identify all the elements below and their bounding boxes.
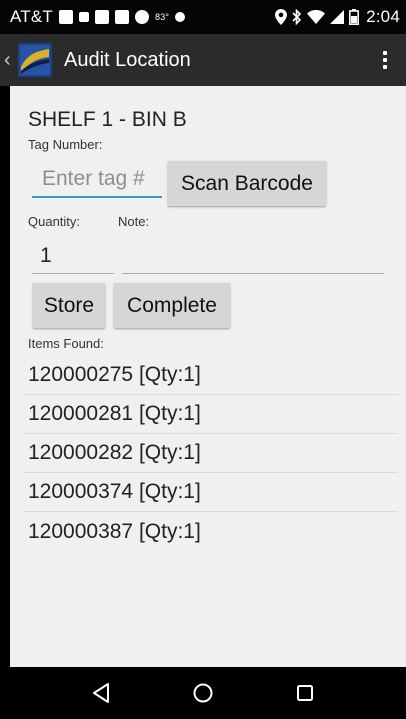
- message-icon: [59, 10, 73, 24]
- back-triangle-icon: [93, 683, 109, 703]
- items-found-label: Items Found:: [28, 336, 104, 351]
- signal-icon: [330, 10, 345, 24]
- bluetooth-icon: [292, 9, 302, 25]
- recents-square-icon: [297, 685, 313, 701]
- tag-number-label: Tag Number:: [28, 137, 103, 152]
- battery-icon: [349, 9, 360, 25]
- clock: 2:04: [366, 7, 400, 26]
- carrier-name: AT&T: [10, 7, 53, 26]
- audit-form: SHELF 1 - BIN B Tag Number: Scan Barcode…: [10, 86, 406, 667]
- complete-button[interactable]: Complete: [114, 283, 230, 328]
- location-title: SHELF 1 - BIN B: [28, 108, 187, 131]
- quantity-input[interactable]: [32, 238, 114, 274]
- wifi-icon: [307, 10, 326, 24]
- note-input[interactable]: [122, 238, 384, 274]
- list-item[interactable]: 120000387 [Qty:1]: [24, 512, 398, 551]
- list-item[interactable]: 120000281 [Qty:1]: [24, 395, 398, 434]
- square-app-icon: [115, 10, 129, 24]
- temperature-text: 83°: [155, 12, 170, 22]
- store-button[interactable]: Store: [33, 283, 105, 328]
- tag-number-input[interactable]: [32, 162, 162, 198]
- accessibility-icon: [79, 12, 89, 22]
- screen-title: Audit Location: [64, 48, 191, 71]
- list-item[interactable]: 120000374 [Qty:1]: [24, 473, 398, 512]
- list-item[interactable]: 120000282 [Qty:1]: [24, 434, 398, 473]
- location-icon: [275, 9, 288, 25]
- app-notification-icon: [135, 10, 149, 24]
- navigation-bar: [0, 667, 406, 719]
- list-item[interactable]: 120000275 [Qty:1]: [24, 356, 398, 395]
- note-label: Note:: [118, 214, 150, 229]
- scan-barcode-button[interactable]: Scan Barcode: [168, 161, 326, 206]
- sync-icon: [175, 12, 186, 22]
- image-icon: [95, 10, 109, 24]
- more-vertical-icon[interactable]: [378, 51, 392, 69]
- action-bar: ‹ Audit Location: [0, 34, 406, 86]
- notification-icons: 83°: [59, 10, 275, 24]
- items-found-list: 120000275 [Qty:1] 120000281 [Qty:1] 1200…: [24, 356, 398, 551]
- home-circle-icon: [193, 683, 213, 703]
- quantity-label: Quantity:: [28, 214, 81, 229]
- nav-back-button[interactable]: [81, 673, 121, 713]
- app-logo-icon[interactable]: [18, 43, 52, 77]
- nav-home-button[interactable]: [183, 673, 223, 713]
- status-bar: AT&T 83° 2:04: [0, 0, 406, 34]
- nav-recents-button[interactable]: [285, 673, 325, 713]
- system-icons: 2:04: [275, 7, 400, 27]
- up-navigation-icon[interactable]: ‹: [4, 49, 14, 72]
